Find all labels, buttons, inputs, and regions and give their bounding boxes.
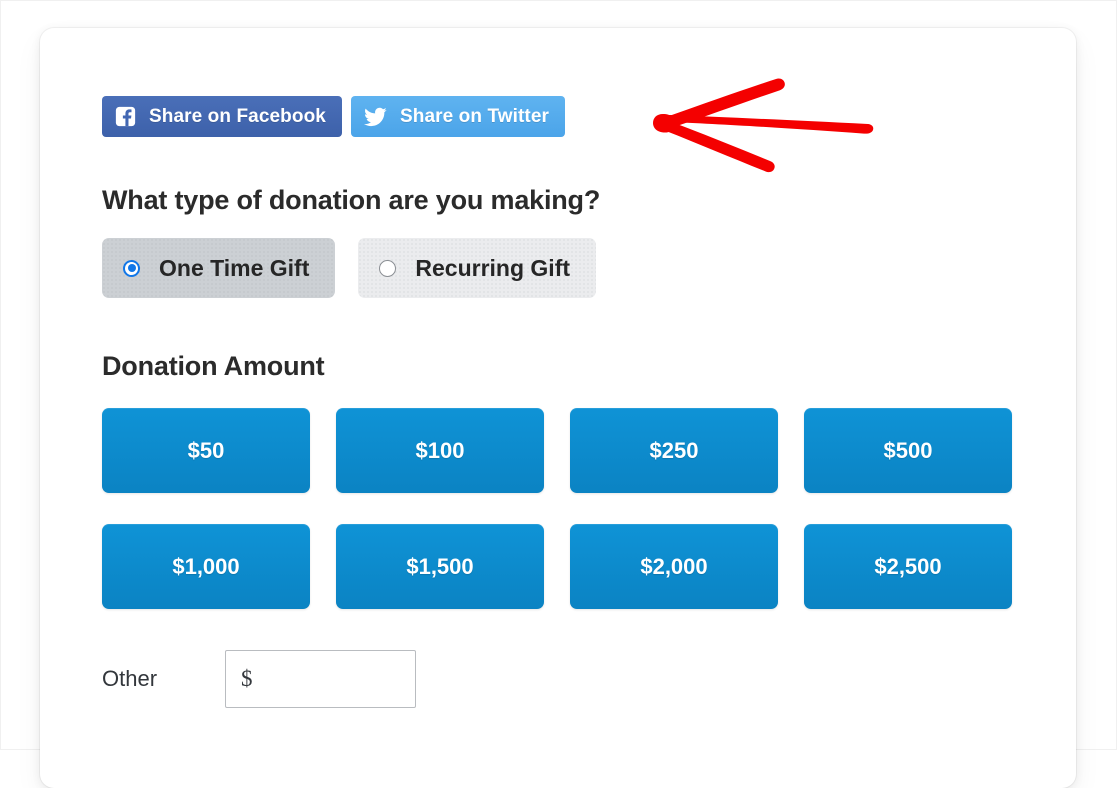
- donation-type-option-one-time[interactable]: One Time Gift: [102, 238, 336, 298]
- facebook-icon: [115, 106, 136, 127]
- amount-button[interactable]: $250: [570, 408, 778, 493]
- donation-type-option-label: One Time Gift: [159, 254, 310, 281]
- social-share-row: Share on Facebook Share on Twitter: [102, 96, 1052, 137]
- donation-type-heading: What type of donation are you making?: [102, 185, 601, 215]
- amount-button[interactable]: $50: [102, 408, 310, 493]
- other-amount-label: Other: [102, 666, 158, 691]
- share-on-twitter-label: Share on Twitter: [399, 105, 550, 127]
- twitter-icon: [364, 107, 387, 127]
- donation-form-content: Share on Facebook Share on Twitter What …: [102, 96, 1052, 708]
- amount-button[interactable]: $1,000: [102, 524, 310, 609]
- donation-type-option-label: Recurring Gift: [415, 254, 571, 281]
- donation-form-card: Share on Facebook Share on Twitter What …: [40, 28, 1076, 788]
- amount-button[interactable]: $1,500: [336, 524, 544, 609]
- donation-amount-grid: $50 $100 $250 $500 $1,000 $1,500 $2,000 …: [102, 408, 1052, 609]
- amount-button[interactable]: $2,000: [570, 524, 778, 609]
- donation-amount-heading: Donation Amount: [102, 351, 325, 381]
- page-root: Share on Facebook Share on Twitter What …: [0, 0, 1117, 788]
- radio-button-unselected[interactable]: [379, 259, 397, 277]
- share-on-facebook-label: Share on Facebook: [149, 105, 326, 127]
- other-amount-input-wrapper: [225, 650, 416, 708]
- amount-button[interactable]: $100: [336, 408, 544, 493]
- amount-button[interactable]: $500: [804, 408, 1012, 493]
- other-amount-input[interactable]: [225, 650, 416, 708]
- other-amount-row: Other: [102, 650, 1052, 708]
- donation-type-option-recurring[interactable]: Recurring Gift: [358, 238, 597, 298]
- amount-button[interactable]: $2,500: [804, 524, 1012, 609]
- donation-type-options: One Time Gift Recurring Gift: [102, 238, 1052, 298]
- share-on-facebook-button[interactable]: Share on Facebook: [102, 96, 342, 137]
- radio-button-selected[interactable]: [123, 259, 140, 277]
- share-on-twitter-button[interactable]: Share on Twitter: [350, 96, 566, 137]
